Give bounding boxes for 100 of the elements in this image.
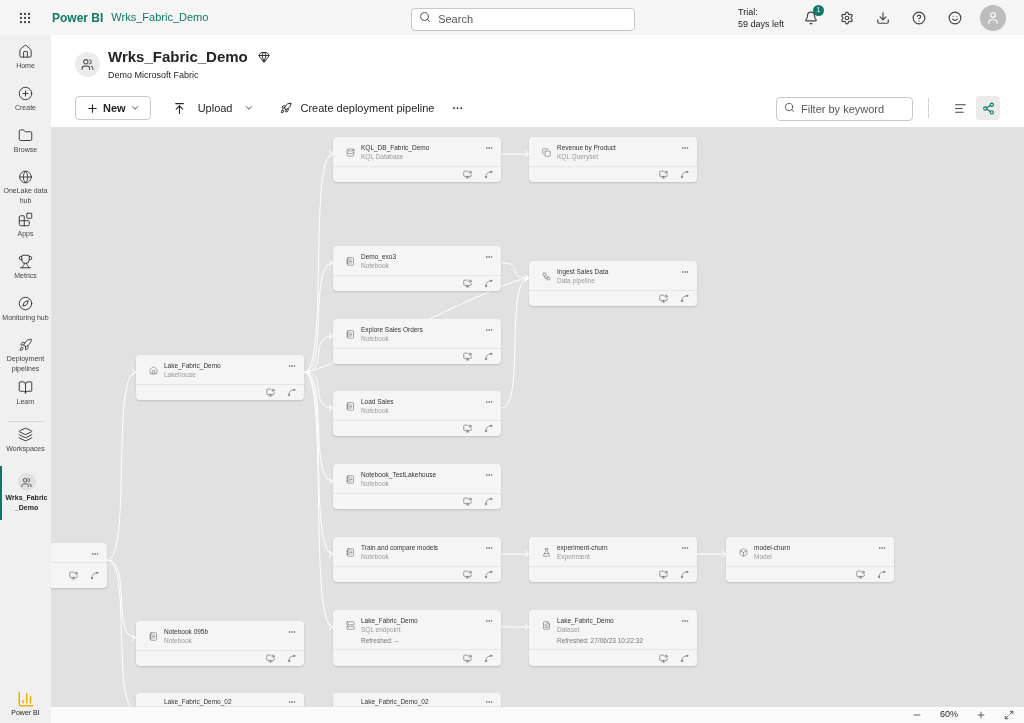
plus-icon bbox=[86, 101, 99, 115]
upload-icon bbox=[172, 101, 186, 115]
trial-label: Trial: bbox=[737, 5, 759, 18]
nav-icon bbox=[18, 380, 33, 395]
nav-icon bbox=[18, 128, 33, 143]
impact-analysis-icon[interactable] bbox=[463, 424, 472, 433]
more-options-icon[interactable] bbox=[91, 550, 99, 558]
impact-analysis-icon[interactable] bbox=[266, 388, 275, 397]
impact-analysis-icon[interactable] bbox=[69, 571, 78, 580]
lineage-icon[interactable] bbox=[680, 570, 689, 579]
impact-analysis-icon[interactable] bbox=[463, 570, 472, 579]
lineage-icon[interactable] bbox=[484, 424, 493, 433]
workspace-link[interactable]: Wrks_Fabric_Demo bbox=[111, 9, 209, 26]
create-pipeline-button[interactable]: Create deployment pipeline bbox=[280, 99, 435, 117]
lineage-icon[interactable] bbox=[680, 653, 689, 663]
nav-icon bbox=[18, 427, 33, 442]
new-button[interactable]: New bbox=[75, 96, 151, 120]
lineage-icon[interactable] bbox=[287, 388, 296, 397]
lineage-icon[interactable] bbox=[484, 279, 493, 288]
impact-analysis-icon[interactable] bbox=[659, 170, 668, 179]
zoom-level: 60% bbox=[940, 708, 958, 722]
more-options-icon[interactable] bbox=[485, 398, 493, 406]
more-options-icon[interactable] bbox=[485, 326, 493, 334]
workspace-title: Wrks_Fabric_Demo bbox=[108, 47, 248, 67]
download-icon[interactable] bbox=[876, 10, 890, 25]
more-options-icon[interactable] bbox=[288, 628, 296, 636]
more-options-icon[interactable] bbox=[485, 144, 493, 152]
more-options-icon[interactable] bbox=[485, 471, 493, 479]
impact-analysis-icon[interactable] bbox=[659, 294, 668, 303]
more-options-icon[interactable] bbox=[288, 698, 296, 706]
chevron-down-icon bbox=[244, 103, 255, 113]
search-icon bbox=[419, 11, 432, 23]
impact-analysis-icon[interactable] bbox=[463, 497, 472, 506]
user-icon bbox=[986, 10, 1000, 25]
settings-icon[interactable] bbox=[840, 10, 854, 25]
search-icon bbox=[784, 102, 795, 113]
nav-icon bbox=[18, 338, 33, 352]
trial-days: 59 days left bbox=[737, 17, 784, 30]
item-type-icon bbox=[541, 548, 551, 557]
upload-button[interactable]: Upload bbox=[172, 99, 255, 117]
feedback-icon[interactable] bbox=[948, 10, 962, 25]
nav-icon bbox=[18, 296, 33, 311]
item-type-icon bbox=[345, 621, 355, 630]
connector-line bbox=[500, 150, 530, 158]
item-type-icon bbox=[345, 548, 355, 557]
lineage-icon[interactable] bbox=[287, 654, 296, 663]
more-options-icon[interactable] bbox=[878, 544, 886, 552]
more-options-icon[interactable] bbox=[681, 544, 689, 552]
impact-analysis-icon[interactable] bbox=[463, 653, 472, 663]
nav-icon bbox=[18, 86, 33, 101]
lineage-icon[interactable] bbox=[484, 570, 493, 579]
fit-screen-icon[interactable] bbox=[1004, 710, 1014, 720]
lineage-icon[interactable] bbox=[484, 352, 493, 361]
connector-line bbox=[500, 623, 530, 631]
item-type-icon bbox=[541, 148, 551, 157]
lineage-icon[interactable] bbox=[680, 294, 689, 303]
connector-line bbox=[696, 550, 727, 558]
lineage-icon[interactable] bbox=[484, 653, 493, 663]
app-name[interactable]: Power BI bbox=[52, 8, 104, 27]
lineage-icon[interactable] bbox=[680, 170, 689, 179]
impact-analysis-icon[interactable] bbox=[659, 653, 668, 663]
more-options-icon[interactable] bbox=[681, 268, 689, 276]
item-type-icon bbox=[148, 632, 158, 641]
nav-icon bbox=[18, 170, 33, 184]
item-type-icon bbox=[345, 402, 355, 411]
power-bi-logo-icon[interactable] bbox=[16, 689, 35, 708]
more-button[interactable]: ··· bbox=[452, 99, 464, 117]
item-type-icon bbox=[738, 548, 748, 557]
notifications-icon[interactable] bbox=[804, 10, 818, 25]
view-toggle[interactable] bbox=[976, 96, 1000, 120]
app-launcher-icon[interactable] bbox=[18, 10, 32, 25]
more-options-icon[interactable] bbox=[485, 253, 493, 261]
item-type-icon bbox=[345, 257, 355, 266]
impact-analysis-icon[interactable] bbox=[659, 570, 668, 579]
help-icon[interactable] bbox=[912, 10, 926, 25]
filter-field[interactable]: Filter by keyword bbox=[776, 97, 913, 121]
premium-icon bbox=[257, 51, 270, 64]
lineage-icon[interactable] bbox=[90, 571, 99, 580]
nav-icon bbox=[18, 254, 33, 269]
nav-icon bbox=[18, 44, 33, 59]
more-options-icon[interactable] bbox=[288, 362, 296, 370]
more-options-icon[interactable] bbox=[485, 617, 493, 625]
more-options-icon[interactable] bbox=[485, 544, 493, 552]
impact-analysis-icon[interactable] bbox=[266, 654, 275, 663]
item-type-icon bbox=[345, 148, 355, 157]
more-options-icon[interactable] bbox=[681, 617, 689, 625]
zoom-in-icon[interactable] bbox=[976, 710, 986, 720]
impact-analysis-icon[interactable] bbox=[463, 170, 472, 179]
impact-analysis-icon[interactable] bbox=[463, 279, 472, 288]
nav-icon bbox=[18, 212, 33, 227]
lineage-icon[interactable] bbox=[877, 570, 886, 579]
avatar[interactable] bbox=[980, 4, 1006, 31]
search-field[interactable]: Search bbox=[411, 7, 636, 31]
lineage-view-icon bbox=[981, 101, 995, 115]
lineage-icon[interactable] bbox=[484, 170, 493, 179]
impact-analysis-icon[interactable] bbox=[463, 352, 472, 361]
more-options-icon[interactable] bbox=[681, 144, 689, 152]
more-options-icon[interactable] bbox=[485, 698, 493, 706]
lineage-icon[interactable] bbox=[484, 497, 493, 506]
impact-analysis-icon[interactable] bbox=[856, 570, 865, 579]
